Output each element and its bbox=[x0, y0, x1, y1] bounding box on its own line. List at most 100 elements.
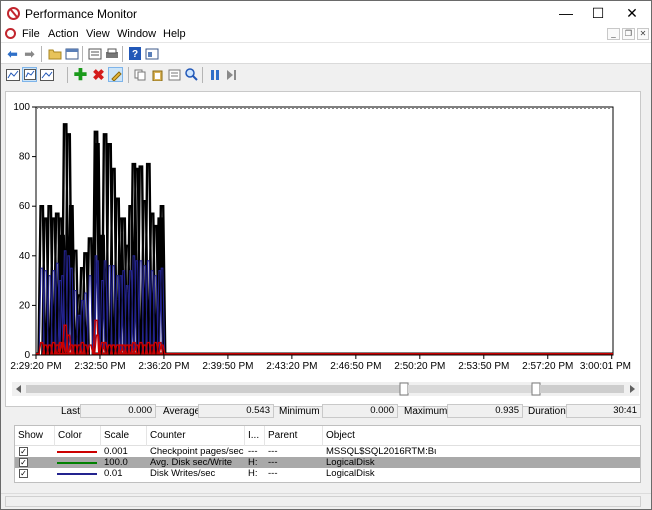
object-cell: LogicalDisk bbox=[326, 457, 375, 468]
x-tick-label: 2:46:50 PM bbox=[330, 361, 381, 372]
view-current-activity-icon[interactable] bbox=[5, 67, 20, 82]
mdi-minimize-button[interactable]: _ bbox=[607, 28, 620, 40]
status-bar bbox=[1, 493, 651, 509]
object-cell: LogicalDisk bbox=[326, 468, 375, 479]
highlight-icon[interactable] bbox=[108, 67, 123, 82]
time-scrollbar[interactable] bbox=[12, 382, 639, 396]
parent-cell: --- bbox=[268, 446, 278, 457]
table-row[interactable]: ✓ 0.01 Disk Writes/sec H: --- LogicalDis… bbox=[15, 468, 640, 479]
x-tick-label: 2:50:20 PM bbox=[394, 361, 445, 372]
last-label: Last bbox=[61, 406, 80, 417]
y-tick-label: 0 bbox=[24, 350, 30, 361]
x-tick-label: 2:29:20 PM bbox=[10, 361, 61, 372]
properties-icon[interactable] bbox=[144, 46, 159, 61]
back-icon[interactable]: ⬅ bbox=[5, 46, 20, 61]
menu-view[interactable]: View bbox=[86, 28, 110, 40]
graph-properties-icon[interactable] bbox=[167, 67, 182, 82]
title-bar: Performance Monitor — ☐ ✕ bbox=[1, 1, 651, 26]
minimum-label: Minimum bbox=[279, 406, 320, 417]
x-tick-label: 2:53:50 PM bbox=[458, 361, 509, 372]
minimum-value: 0.000 bbox=[322, 404, 398, 418]
menu-help[interactable]: Help bbox=[163, 28, 186, 40]
show-checkbox[interactable]: ✓ bbox=[19, 447, 28, 456]
scale-cell: 100.0 bbox=[104, 457, 128, 468]
table-row[interactable]: ✓ 0.001 Checkpoint pages/sec --- --- MSS… bbox=[15, 446, 640, 457]
maximize-button[interactable]: ☐ bbox=[581, 1, 615, 26]
column-counter[interactable]: Counter bbox=[147, 426, 245, 446]
table-row-selected[interactable]: ✓ 100.0 Avg. Disk sec/Write H: --- Logic… bbox=[15, 457, 640, 468]
svg-text:?: ? bbox=[132, 49, 138, 60]
column-scale[interactable]: Scale bbox=[101, 426, 147, 446]
instance-cell: H: bbox=[248, 457, 258, 468]
paste-counter-list-icon[interactable] bbox=[150, 67, 165, 82]
performance-monitor-icon bbox=[7, 7, 20, 20]
y-tick-label: 60 bbox=[19, 201, 31, 212]
zoom-icon[interactable] bbox=[184, 67, 199, 82]
last-value: 0.000 bbox=[80, 404, 156, 418]
system-menu-icon[interactable] bbox=[5, 28, 16, 39]
show-hide-icon[interactable] bbox=[87, 46, 102, 61]
performance-line-chart: 0 20 40 60 80 100 2:29:20 PM 2:32:50 PM 2:36:20 … bbox=[10, 102, 631, 372]
show-checkbox[interactable]: ✓ bbox=[19, 469, 28, 478]
mdi-restore-button[interactable]: ❐ bbox=[622, 28, 635, 40]
parent-cell: --- bbox=[268, 468, 278, 479]
x-tick-label: 2:32:50 PM bbox=[74, 361, 125, 372]
color-swatch bbox=[57, 473, 97, 475]
color-swatch bbox=[57, 462, 97, 464]
column-color[interactable]: Color bbox=[55, 426, 101, 446]
table-header: Show Color Scale Counter I... Parent Obj… bbox=[15, 426, 640, 446]
console-tree-icon[interactable] bbox=[64, 46, 79, 61]
close-button[interactable]: ✕ bbox=[615, 1, 649, 26]
delete-counter-icon[interactable]: ✖ bbox=[91, 67, 106, 84]
graph-panel: 0 20 40 60 80 100 2:29:20 PM 2:32:50 PM 2:36:20 … bbox=[5, 91, 641, 407]
change-graph-type-icon[interactable] bbox=[40, 67, 55, 82]
column-object[interactable]: Object bbox=[323, 426, 433, 446]
counter-legend-table: Show Color Scale Counter I... Parent Obj… bbox=[14, 425, 641, 483]
x-tick-label: 3:00:01 PM bbox=[580, 361, 631, 372]
minimize-button[interactable]: — bbox=[549, 1, 583, 26]
print-icon[interactable] bbox=[104, 46, 119, 61]
scale-cell: 0.01 bbox=[104, 468, 123, 479]
window-title: Performance Monitor bbox=[25, 7, 138, 21]
column-parent[interactable]: Parent bbox=[265, 426, 323, 446]
instance-cell: --- bbox=[248, 446, 258, 457]
add-counter-icon[interactable]: ✚ bbox=[73, 67, 88, 84]
mdi-close-button[interactable]: ✕ bbox=[637, 28, 649, 40]
menu-file[interactable]: File bbox=[22, 28, 40, 40]
color-swatch bbox=[57, 451, 97, 453]
menu-action[interactable]: Action bbox=[48, 28, 79, 40]
duration-label: Duration bbox=[528, 406, 566, 417]
update-data-icon[interactable] bbox=[224, 67, 239, 82]
y-tick-label: 40 bbox=[19, 251, 31, 262]
counter-cell: Avg. Disk sec/Write bbox=[150, 457, 233, 468]
average-label: Average bbox=[163, 406, 201, 417]
column-instance[interactable]: I... bbox=[245, 426, 265, 446]
view-log-data-icon[interactable] bbox=[22, 67, 37, 82]
menu-bar: File Action View Window Help _ ❐ ✕ bbox=[1, 26, 651, 43]
freeze-display-icon[interactable] bbox=[207, 67, 222, 82]
object-cell: MSSQL$SQL2016RTM:Bu... bbox=[326, 446, 436, 457]
help-icon[interactable]: ? bbox=[127, 46, 142, 61]
counter-cell: Disk Writes/sec bbox=[150, 468, 216, 479]
y-tick-label: 20 bbox=[19, 300, 31, 311]
copy-properties-icon[interactable] bbox=[133, 67, 148, 82]
maximum-label: Maximum bbox=[404, 406, 448, 417]
maximum-value: 0.935 bbox=[447, 404, 523, 418]
open-folder-icon[interactable] bbox=[47, 46, 62, 61]
column-show[interactable]: Show bbox=[15, 426, 55, 446]
x-tick-label: 2:43:20 PM bbox=[266, 361, 317, 372]
parent-cell: --- bbox=[268, 457, 278, 468]
instance-cell: H: bbox=[248, 468, 258, 479]
y-tick-label: 100 bbox=[13, 102, 30, 113]
menu-window[interactable]: Window bbox=[117, 28, 156, 40]
performance-monitor-window: Performance Monitor — ☐ ✕ File Action Vi… bbox=[0, 0, 652, 510]
x-tick-label: 2:39:50 PM bbox=[202, 361, 253, 372]
duration-value: 30:41 bbox=[566, 404, 641, 418]
forward-icon[interactable]: ➡ bbox=[22, 46, 37, 61]
y-tick-label: 80 bbox=[19, 152, 31, 163]
main-toolbar: ⬅ ➡ ? bbox=[1, 43, 651, 64]
show-checkbox[interactable]: ✓ bbox=[19, 458, 28, 467]
statistics-bar: Last 0.000 Average 0.543 Minimum 0.000 M… bbox=[1, 403, 651, 421]
x-tick-label: 2:36:20 PM bbox=[138, 361, 189, 372]
average-value: 0.543 bbox=[198, 404, 274, 418]
